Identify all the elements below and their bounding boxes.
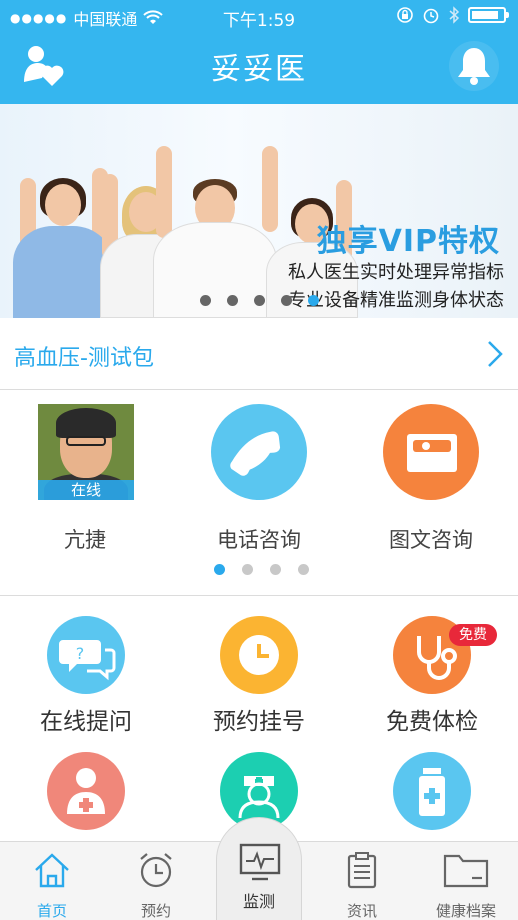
page-dot: [227, 295, 238, 306]
package-label: 高血压-测试包: [14, 346, 154, 371]
tab-home-label: 首页: [36, 902, 67, 920]
tab-records[interactable]: 健康档案: [414, 842, 518, 920]
consult-page-indicator[interactable]: [214, 564, 309, 575]
doctor-name: 亢捷: [64, 528, 106, 552]
page-dot: [270, 564, 281, 575]
home-icon: [35, 853, 69, 888]
notification-button[interactable]: [448, 40, 500, 92]
page-dot: [281, 295, 292, 306]
svg-text:?: ?: [76, 644, 85, 663]
status-bar: ●●●●● 中国联通 下午1:59: [0, 0, 518, 32]
bluetooth-icon: [449, 6, 460, 24]
free-badge: 免费: [449, 624, 497, 646]
medicine-bottle-icon: [393, 752, 471, 830]
promo-banner[interactable]: 独享VIP特权 私人医生实时处理异常指标 专业设备精准监测身体状态: [0, 104, 518, 318]
chevron-right-icon: [488, 341, 503, 367]
rotation-lock-icon: [397, 7, 413, 23]
phone-icon: [211, 404, 307, 500]
page-dot: [200, 295, 211, 306]
clipboard-icon: [347, 852, 377, 889]
free-checkup-label: 免费体检: [386, 709, 478, 735]
page-dot: [214, 564, 225, 575]
page-dot: [242, 564, 253, 575]
tab-home[interactable]: 首页: [0, 842, 104, 920]
banner-line-1: 私人医生实时处理异常指标: [288, 262, 504, 283]
tab-monitor-label: 监测: [242, 892, 275, 911]
tab-booking-label: 预约: [140, 902, 171, 920]
status-right: [396, 6, 509, 24]
banner-line-2: 专业设备精准监测身体状态: [288, 290, 504, 311]
doctor-figure: [150, 143, 280, 318]
clock-icon: [220, 616, 298, 694]
online-ask-label: 在线提问: [40, 709, 132, 735]
alarm-clock-icon: [140, 853, 172, 888]
tab-booking[interactable]: 预约: [104, 842, 208, 920]
app-title: 妥妥医: [211, 52, 307, 87]
alarm-icon: [423, 8, 439, 24]
page-dot: [298, 564, 309, 575]
page-dot: [254, 295, 265, 306]
package-row[interactable]: 高血压-测试包: [0, 318, 518, 390]
tab-records-label: 健康档案: [435, 902, 496, 920]
doctor-avatar: 在线: [38, 404, 134, 500]
chat-card-icon: [383, 404, 479, 500]
banner-page-indicator[interactable]: [200, 295, 319, 306]
tab-monitor[interactable]: 监测: [216, 817, 302, 920]
monitor-ecg-icon: [239, 843, 281, 881]
consult-section: 在线 亢捷 电话咨询 图文咨询: [0, 390, 518, 596]
question-bubble-icon: ?: [47, 616, 125, 694]
online-badge: 在线: [38, 480, 134, 500]
doctor-icon: [47, 752, 125, 830]
tab-news[interactable]: 资讯: [310, 842, 414, 920]
page-dot: [308, 295, 319, 306]
banner-title: 独享VIP特权: [316, 224, 500, 259]
phone-consult-label: 电话咨询: [217, 528, 301, 552]
text-consult-label: 图文咨询: [389, 528, 473, 552]
appointment-label: 预约挂号: [213, 709, 305, 735]
tab-news-label: 资讯: [346, 902, 377, 920]
folder-icon: [443, 854, 489, 888]
battery-icon: [468, 7, 509, 23]
bell-icon: [449, 41, 499, 91]
top-bar: ●●●●● 中国联通 下午1:59 妥妥医: [0, 0, 518, 104]
